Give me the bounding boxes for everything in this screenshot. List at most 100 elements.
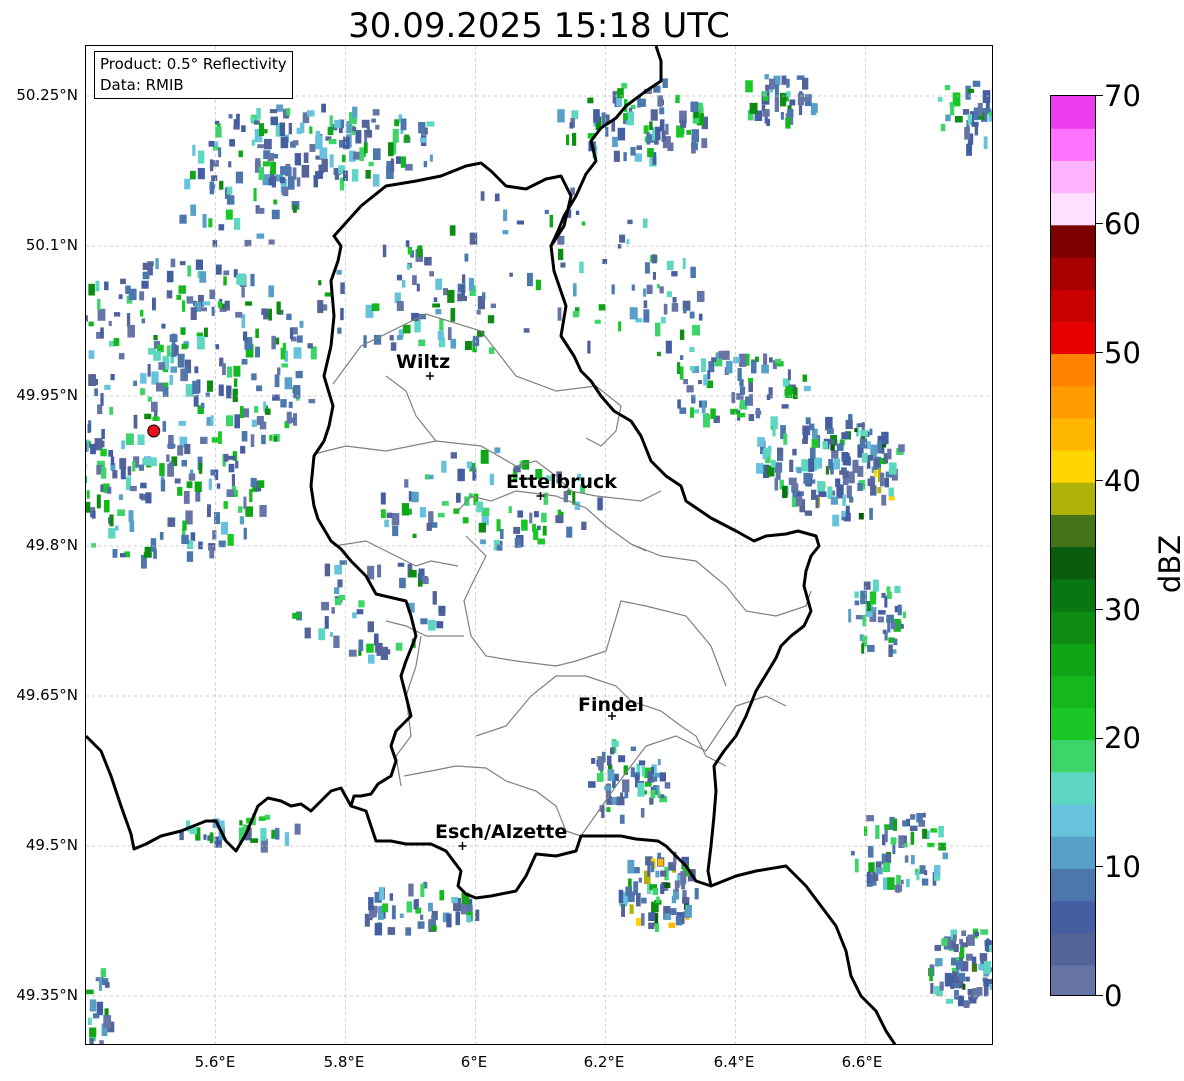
radar-echo-cell — [941, 938, 948, 946]
radar-echo-cell — [916, 872, 920, 881]
radar-echo-cell — [243, 331, 248, 341]
radar-echo-cell — [888, 487, 894, 497]
radar-echo-cell — [657, 351, 661, 357]
radar-echo-cell — [108, 320, 112, 326]
radar-echo-cell — [132, 461, 136, 472]
radar-echo-cell — [867, 478, 875, 487]
colorbar-segment — [1051, 160, 1095, 194]
radar-echo-cell — [251, 139, 255, 146]
radar-echo-cell — [630, 746, 637, 751]
radar-echo-cell — [254, 406, 259, 413]
radar-echo-cell — [194, 481, 202, 492]
radar-echo-cell — [419, 507, 427, 518]
radar-echo-cell — [152, 297, 156, 311]
radar-echo-cell — [641, 913, 645, 926]
radar-echo-cell — [881, 592, 886, 598]
radar-echo-cell — [235, 171, 244, 184]
radar-echo-cell — [954, 116, 963, 123]
radar-echo-cell — [86, 476, 87, 483]
radar-echo-cell — [391, 905, 396, 920]
radar-echo-cell — [184, 443, 191, 455]
radar-echo-cell — [426, 121, 435, 127]
radar-echo-cell — [965, 976, 970, 982]
radar-echo-cell — [372, 109, 380, 116]
city-label-findel: Findel — [578, 694, 645, 716]
radar-echo-cell — [652, 887, 659, 895]
radar-echo-cell — [869, 507, 873, 520]
radar-echo-cell — [321, 158, 328, 172]
radar-echo-cell — [214, 469, 219, 480]
colorbar-segment — [1051, 289, 1095, 322]
radar-echo-cell — [210, 415, 214, 426]
radar-echo-cell — [611, 740, 619, 747]
radar-echo-cell — [352, 126, 357, 132]
radar-echo-cell — [872, 579, 879, 592]
radar-map[interactable] — [85, 45, 993, 1045]
radar-echo-cell — [781, 404, 789, 409]
radar-echo-cell — [200, 402, 205, 409]
radar-echo-cell — [516, 220, 524, 225]
radar-echo-cell — [664, 782, 671, 789]
radar-echo-cell — [691, 129, 699, 143]
radar-echo-cell — [118, 353, 125, 360]
radar-echo-cell — [439, 890, 445, 901]
radar-echo-cell — [258, 480, 265, 488]
radar-echo-cell — [239, 406, 244, 419]
radar-echo-cell — [96, 1001, 104, 1016]
radar-echo-cell — [358, 600, 365, 608]
canton-border-clervaux — [385, 375, 437, 442]
canton-border-luxembourg — [475, 675, 727, 767]
radar-echo-cell — [402, 279, 406, 288]
radar-echo-cell — [828, 459, 833, 470]
radar-echo-cell — [900, 624, 904, 629]
radar-echo-cell — [397, 562, 405, 567]
radar-echo-cell — [406, 901, 413, 913]
radar-echo-cell — [432, 303, 440, 308]
radar-echo-cell — [875, 825, 880, 839]
radar-echo-cell — [659, 107, 665, 115]
radar-echo-cell — [241, 431, 248, 442]
radar-echo-cell — [689, 347, 695, 353]
radar-echo-cell — [253, 188, 257, 202]
radar-echo-cell — [812, 428, 818, 441]
radar-echo-cell — [672, 297, 677, 303]
radar-echo-cell — [710, 408, 716, 419]
radar-echo-cell — [850, 850, 855, 856]
radar-echo-cell — [935, 958, 943, 967]
radar-echo-cell — [476, 309, 481, 315]
radar-echo-cell — [967, 113, 973, 125]
radar-echo-cell — [877, 616, 884, 623]
radar-echo-cell — [953, 943, 959, 953]
radar-echo-cell — [211, 437, 218, 443]
radar-echo-cell — [399, 913, 404, 918]
radar-echo-cell — [808, 458, 815, 472]
radar-echo-cell — [181, 300, 186, 312]
radar-echo-cell — [967, 88, 975, 93]
radar-echo-cell — [100, 327, 104, 338]
radar-echo-cell — [476, 501, 484, 513]
lat-label: 49.95°N — [16, 386, 78, 404]
radar-echo-cell — [100, 968, 107, 978]
radar-echo-cell — [661, 130, 666, 142]
radar-echo-cell — [91, 510, 96, 519]
lon-label: 5.8°E — [323, 1053, 365, 1071]
radar-echo-cell — [878, 610, 886, 615]
border-belgium-france — [86, 734, 353, 853]
radar-echo-cell — [817, 481, 825, 493]
radar-echo-cell — [437, 330, 444, 341]
radar-echo-cell — [494, 193, 500, 202]
radar-echo-cell — [375, 124, 380, 130]
radar-echo-cell — [211, 306, 215, 316]
city-label-esch-alzette: Esch/Alzette — [435, 821, 568, 843]
radar-echo-cell — [167, 443, 176, 449]
radar-echo-cell — [668, 922, 676, 928]
radar-echo-cell — [364, 135, 368, 143]
radar-echo-cell — [245, 301, 253, 306]
radar-echo-cell — [103, 500, 110, 513]
radar-echo-cell — [202, 214, 207, 228]
radar-echo-cell — [336, 269, 342, 275]
radar-echo-cell — [413, 899, 418, 910]
radar-echo-cell — [857, 483, 863, 491]
radar-echo-cell — [571, 110, 579, 119]
radar-echo-cell — [153, 549, 157, 559]
